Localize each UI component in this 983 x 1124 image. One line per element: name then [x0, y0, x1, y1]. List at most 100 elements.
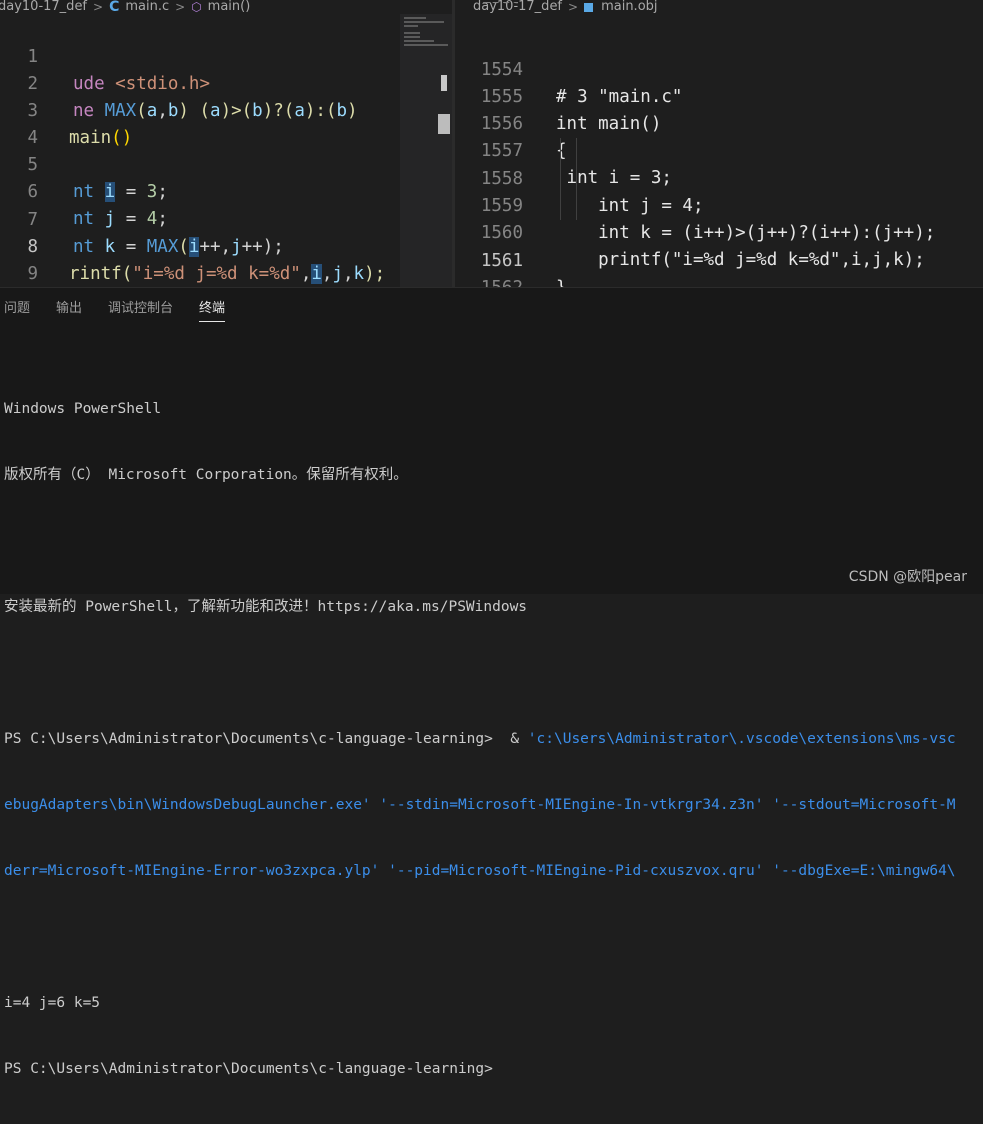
object-file-icon: [584, 2, 594, 12]
breadcrumb-file[interactable]: main.c: [125, 0, 169, 14]
minimap-line: [404, 17, 426, 19]
tab-terminal[interactable]: 终端: [195, 288, 239, 328]
code-line[interactable]: 1559 int k = (i++)>(j++)?(i++):(j++);: [455, 166, 935, 243]
code-text: }: [556, 275, 567, 287]
code-line[interactable]: 7 nt k = MAX(i++,j++);: [0, 180, 284, 257]
code-line[interactable]: 1554 # 3 "main.c": [455, 30, 683, 107]
line-number: 1553: [455, 2, 518, 7]
breadcrumb-file[interactable]: main.obj: [601, 0, 657, 14]
code-line[interactable]: 1560 printf("i=%d j=%d k=%d",i,j,k);: [455, 193, 925, 270]
breadcrumb: day10-17_def > C main.c > ⬡ main(): [0, 0, 250, 14]
code-line-active[interactable]: 8 rintf("i=%d j=%d k=%d",i,j,k);: [0, 207, 385, 284]
code-text: int j = 4;: [556, 196, 704, 216]
minimap-line: [404, 21, 444, 23]
minimap-line: [404, 40, 434, 42]
code-token: )?(: [262, 101, 295, 121]
tab-debug-console[interactable]: 调试控制台: [104, 288, 187, 328]
code-token: nt: [73, 237, 105, 257]
code-line[interactable]: 9: [0, 234, 63, 284]
minimap-line: [404, 32, 420, 34]
line-number: 9: [27, 264, 38, 284]
panel-tabs: 问题 输出 调试控制台 终端: [0, 288, 247, 328]
code-token: =: [115, 182, 147, 202]
code-token: MAX: [104, 101, 137, 121]
code-token: rintf: [69, 264, 122, 284]
tab-problems[interactable]: 问题: [0, 288, 44, 328]
code-token: ++,: [199, 237, 232, 257]
code-token: i: [104, 182, 116, 202]
code-token: i: [188, 237, 200, 257]
code-line[interactable]: 1558 int j = 4;: [455, 139, 704, 216]
code-token: "i=%d j=%d k=%d": [132, 264, 301, 284]
breadcrumb-symbol[interactable]: main(): [208, 0, 251, 14]
code-token: ):(: [304, 101, 337, 121]
c-file-icon: C: [109, 0, 120, 15]
code-token: a: [146, 101, 158, 121]
code-token: <stdio.h>: [115, 74, 210, 94]
line-number: 1562: [455, 275, 523, 287]
breadcrumb-chevron-icon: >: [175, 0, 186, 14]
code-line[interactable]: 5 nt i = 3;: [0, 125, 168, 202]
tab-output[interactable]: 输出: [52, 288, 96, 328]
terminal-link[interactable]: 'c:\Users\Administrator\.vscode\extensio…: [528, 731, 956, 747]
minimap[interactable]: [400, 14, 452, 287]
editor-area: day10-17_def > C main.c > ⬡ main() 1 ude…: [0, 0, 983, 287]
breadcrumb-chevron-icon: >: [93, 0, 104, 14]
code-line[interactable]: 4: [0, 98, 63, 148]
code-token: b: [167, 101, 179, 121]
code-token: 4: [146, 209, 158, 229]
minimap-line: [404, 36, 420, 38]
code-line[interactable]: 1556 {: [455, 84, 567, 161]
bottom-panel: 问题 输出 调试控制台 终端 Windows PowerShell 版权所有（C…: [0, 287, 983, 1077]
code-token: ude: [73, 74, 116, 94]
code-token: ,: [343, 264, 354, 284]
code-token: (: [178, 237, 189, 257]
code-text: int i = 3;: [556, 168, 672, 188]
code-line[interactable]: 1557 int i = 3;: [455, 111, 672, 188]
breadcrumb-folder[interactable]: day10-17_def: [0, 0, 87, 14]
code-text: # 3 "main.c": [556, 87, 683, 107]
code-token: ,: [300, 264, 312, 284]
minimap-line: [404, 25, 418, 27]
terminal-prompt: PS C:\Users\Administrator\Documents\c-la…: [4, 731, 528, 747]
code-token: ;: [157, 209, 168, 229]
code-text: int main(): [556, 114, 662, 134]
code-token: (: [121, 264, 133, 284]
code-text: printf("i=%d j=%d k=%d",i,j,k);: [556, 250, 925, 270]
code-token: (: [136, 101, 147, 121]
code-token: a: [294, 101, 305, 121]
scrollbar-thumb[interactable]: [441, 75, 447, 91]
code-line[interactable]: 1 ude <stdio.h>: [0, 17, 210, 94]
code-token: b: [336, 101, 348, 121]
right-editor-pane[interactable]: day10-17_def > main.obj 1553 1554 # 3 "m…: [455, 0, 983, 287]
code-line-active[interactable]: 1561 }: [455, 221, 567, 287]
code-line[interactable]: 1553: [455, 2, 518, 16]
code-line[interactable]: 2 ne MAX(a,b) (a)>(b)?(a):(b): [0, 44, 357, 121]
code-token: (): [111, 128, 133, 148]
terminal-output[interactable]: Windows PowerShell 版权所有（C） Microsoft Cor…: [4, 354, 956, 1124]
minimap-line: [404, 44, 448, 46]
code-token: ++);: [241, 237, 284, 257]
code-token: main: [69, 128, 112, 148]
indent-guide: [576, 138, 577, 220]
terminal-link[interactable]: derr=Microsoft-MIEngine-Error-wo3zxpca.y…: [4, 860, 956, 882]
scrollbar-thumb[interactable]: [438, 114, 450, 134]
code-line[interactable]: 6 nt j = 4;: [0, 152, 167, 229]
code-line[interactable]: 1562: [455, 248, 523, 287]
code-token: nt: [73, 182, 105, 202]
code-token: k: [104, 237, 116, 257]
code-token: MAX: [146, 237, 179, 257]
code-token: ,: [157, 101, 168, 121]
code-token: b: [252, 101, 263, 121]
code-line[interactable]: 3 main(): [0, 71, 132, 148]
code-token: i: [311, 264, 322, 284]
code-token: ): [347, 101, 358, 121]
code-token: );: [364, 264, 386, 284]
terminal-link[interactable]: ebugAdapters\bin\WindowsDebugLauncher.ex…: [4, 794, 956, 816]
left-editor-pane[interactable]: day10-17_def > C main.c > ⬡ main() 1 ude…: [0, 0, 452, 287]
code-token: 3: [146, 182, 158, 202]
code-line[interactable]: 1555 int main(): [455, 57, 662, 134]
